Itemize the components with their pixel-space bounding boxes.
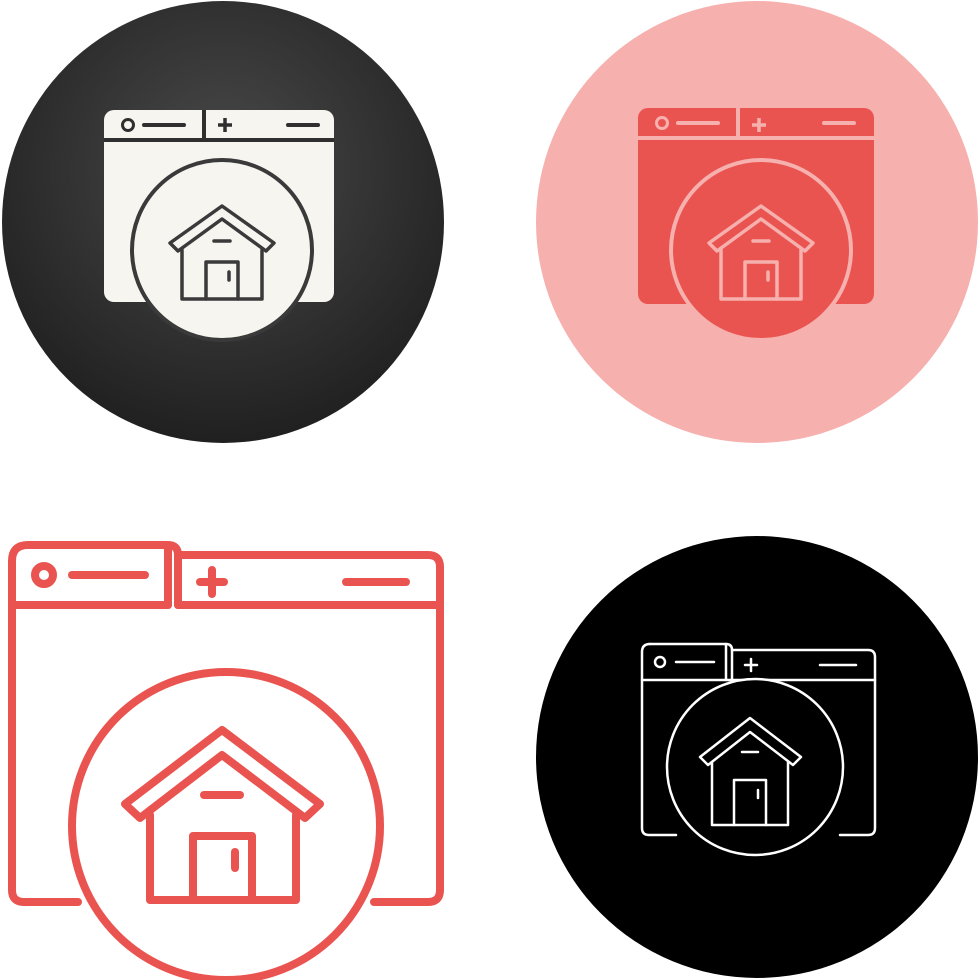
- browser-home-icon-dark-outline-variant: [490, 490, 980, 980]
- browser-home-icon: [8, 541, 444, 980]
- browser-home-icon: [2, 1, 444, 443]
- browser-home-icon: [536, 1, 978, 443]
- browser-home-icon-flat-variant: [490, 0, 980, 490]
- browser-home-icon: [536, 536, 978, 978]
- browser-home-icon-glyph-variant: [0, 0, 490, 490]
- browser-home-icon-outline-variant: [0, 490, 490, 980]
